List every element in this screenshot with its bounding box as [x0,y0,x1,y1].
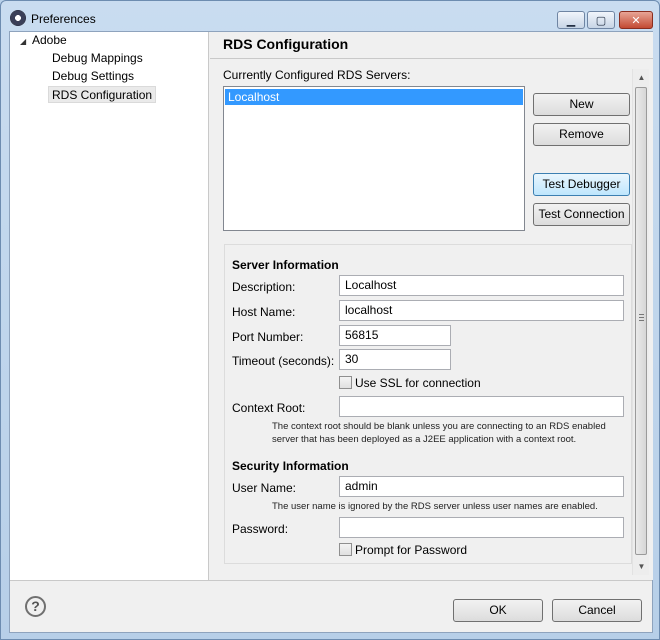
prompt-password-label[interactable]: Prompt for Password [355,543,467,557]
context-root-note-line-1: The context root should be blank unless … [272,421,606,432]
help-icon[interactable]: ? [25,596,46,617]
password-label: Password: [232,522,289,536]
use-ssl-label[interactable]: Use SSL for connection [355,376,481,390]
preferences-tree: ◢ Adobe Debug Mappings Debug Settings RD… [10,32,209,580]
scrollbar-grip-icon [639,314,644,321]
preferences-window: Preferences ▁ ▢ ✕ ◢ Adobe Debug Mappings… [0,0,660,640]
user-name-note: The user name is ignored by the RDS serv… [272,501,598,512]
timeout-label: Timeout (seconds): [232,354,335,368]
scrollbar-thumb[interactable] [635,87,647,555]
servers-list-label: Currently Configured RDS Servers: [223,68,411,82]
remove-button[interactable]: Remove [533,123,630,146]
close-button[interactable]: ✕ [619,11,653,29]
test-connection-button[interactable]: Test Connection [533,203,630,226]
maximize-button[interactable]: ▢ [587,11,615,29]
expand-triangle-icon[interactable]: ◢ [20,37,26,46]
port-number-label: Port Number: [232,330,304,344]
password-input[interactable] [339,517,624,538]
ok-button[interactable]: OK [453,599,543,622]
user-name-input[interactable]: admin [339,476,624,497]
minimize-button[interactable]: ▁ [557,11,585,29]
context-root-input[interactable] [339,396,624,417]
page-title: RDS Configuration [223,36,349,52]
dialog-button-bar: ? OK Cancel [10,580,652,632]
rds-servers-list[interactable]: Localhost [223,86,525,231]
title-separator [210,58,653,59]
timeout-input[interactable]: 30 [339,349,451,370]
server-information-heading: Server Information [232,258,339,272]
prompt-password-checkbox[interactable] [339,543,352,556]
port-number-input[interactable]: 56815 [339,325,451,346]
eclipse-app-icon [10,10,26,26]
rds-configuration-page: RDS Configuration Currently Configured R… [210,32,653,580]
test-debugger-button[interactable]: Test Debugger [533,173,630,196]
list-item-localhost[interactable]: Localhost [225,89,523,105]
cancel-button[interactable]: Cancel [552,599,642,622]
server-settings-group: Server Information Description: Localhos… [224,244,632,564]
context-root-note-line-2: server that has been deployed as a J2EE … [272,434,577,445]
dialog-client-area: ◢ Adobe Debug Mappings Debug Settings RD… [9,31,653,633]
description-input[interactable]: Localhost [339,275,624,296]
context-root-label: Context Root: [232,401,306,415]
new-button[interactable]: New [533,93,630,116]
title-bar[interactable]: Preferences ▁ ▢ ✕ [1,1,659,32]
description-label: Description: [232,280,296,294]
tree-item-rds-configuration[interactable]: RDS Configuration [48,86,157,103]
host-name-label: Host Name: [232,305,296,319]
security-information-heading: Security Information [232,459,349,473]
page-vertical-scrollbar[interactable]: ▲ ▼ [632,69,649,575]
tree-item-debug-mappings[interactable]: Debug Mappings [52,50,143,67]
window-title: Preferences [31,12,96,26]
host-name-input[interactable]: localhost [339,300,624,321]
tree-item-adobe[interactable]: Adobe [32,32,67,49]
tree-item-debug-settings[interactable]: Debug Settings [52,68,134,85]
scroll-up-arrow-icon[interactable]: ▲ [633,69,650,86]
scroll-down-arrow-icon[interactable]: ▼ [633,558,650,575]
use-ssl-checkbox[interactable] [339,376,352,389]
user-name-label: User Name: [232,481,297,495]
